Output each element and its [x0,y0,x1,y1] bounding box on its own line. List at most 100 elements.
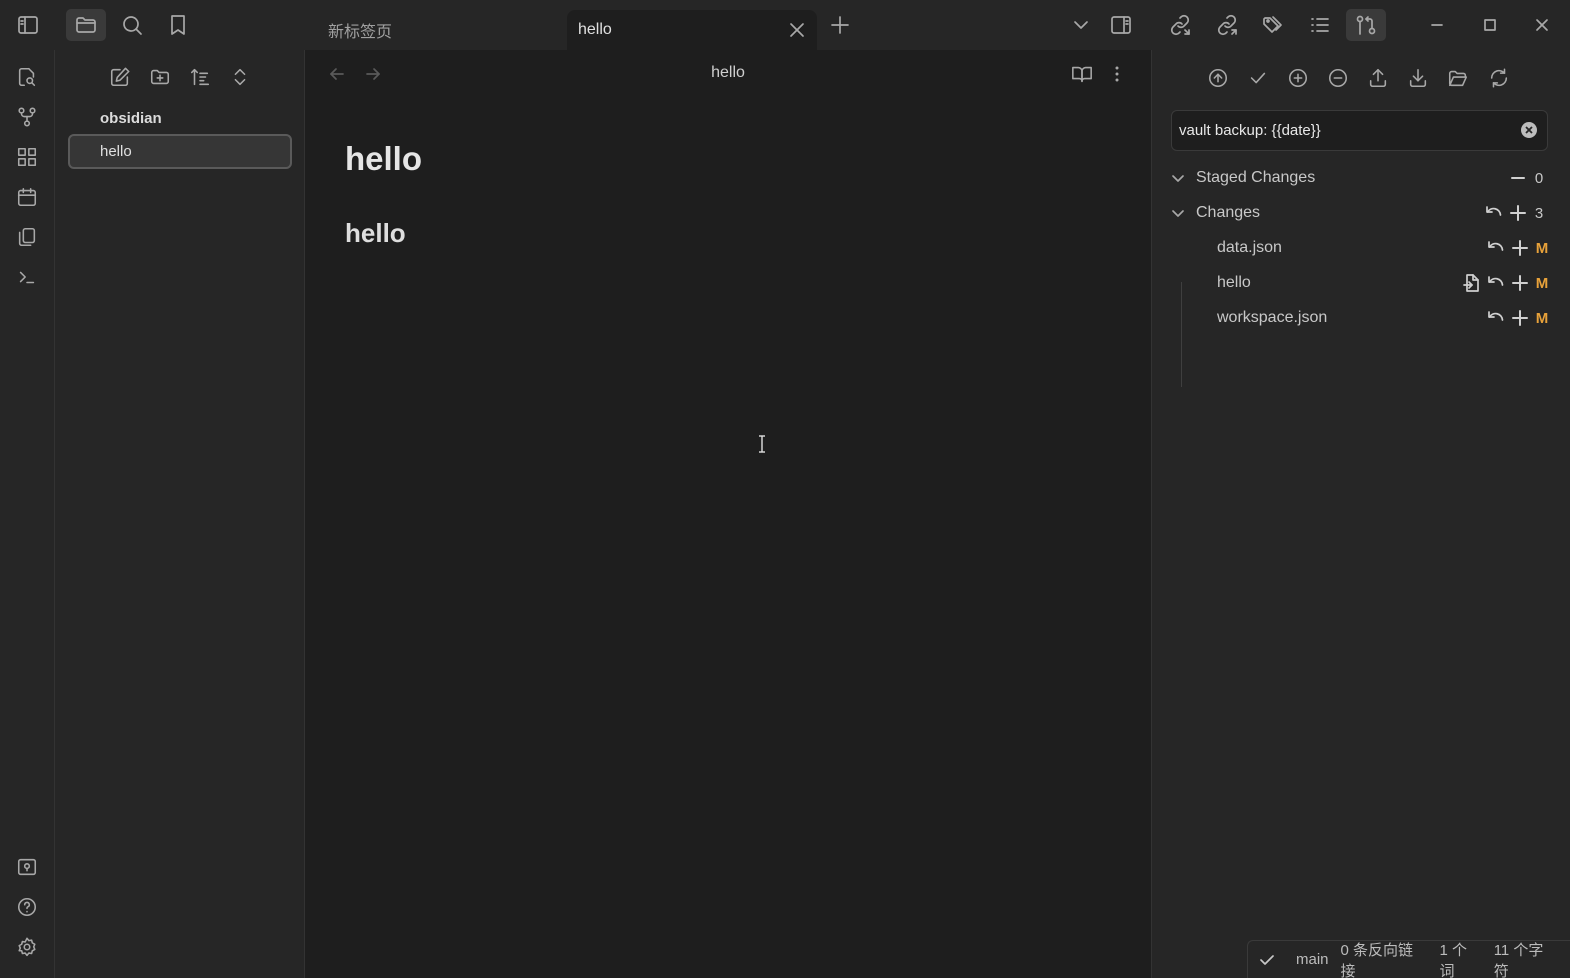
undo-icon [1488,311,1504,321]
staged-changes-label: Staged Changes [1196,169,1316,186]
download-icon [1409,68,1427,88]
gear-icon [18,937,36,957]
sort-button[interactable] [186,63,214,91]
edit-icon [110,67,130,87]
heading-2[interactable]: hello [345,218,406,249]
canvas-button[interactable] [12,142,42,172]
sidebar-right-icon [1111,16,1131,34]
files-view-button[interactable] [66,9,106,41]
toggle-right-sidebar-button[interactable] [1101,9,1141,41]
tab-new-tab[interactable]: 新标签页 [314,10,566,50]
stage-file-button[interactable] [1510,238,1530,258]
daily-note-button[interactable] [12,182,42,212]
minus-circle-icon [1328,68,1348,88]
templates-button[interactable] [12,222,42,252]
modified-status-badge: M [1535,309,1549,327]
check-icon [1260,954,1274,965]
undo-icon [1486,206,1502,216]
discard-file-button[interactable] [1486,308,1506,328]
more-options-button[interactable] [1105,62,1129,86]
staged-changes-section[interactable]: Staged Changes 0 [1170,163,1550,193]
word-count: 1 个词 [1439,941,1467,978]
tags-icon [1263,16,1282,33]
new-folder-button[interactable] [146,63,174,91]
discard-file-button[interactable] [1486,238,1506,258]
vault-icon [17,858,37,876]
book-open-icon [1072,66,1092,83]
view-header-title[interactable]: hello [305,64,1151,82]
list-icon [1311,18,1329,32]
changes-count: 3 [1534,204,1544,222]
discard-file-button[interactable] [1486,273,1506,293]
git-pull-request-icon [1356,15,1376,35]
stage-all-changes-button[interactable] [1508,203,1528,223]
sort-icon [190,68,210,86]
unstage-all-staged-button[interactable] [1508,168,1528,188]
bookmarks-view-button[interactable] [158,9,198,41]
outgoing-links-view-button[interactable] [1207,9,1247,41]
stage-all-button[interactable] [1284,64,1312,92]
tab-label: hello [578,21,612,38]
heading-1[interactable]: hello [345,140,422,178]
plus-circle-icon [1288,68,1308,88]
plus-icon [1510,205,1526,221]
stage-file-button[interactable] [1510,308,1530,328]
change-item-data-json[interactable]: data.json M [1217,233,1550,263]
toggle-left-sidebar-button[interactable] [8,9,48,41]
new-tab-button[interactable] [820,9,860,41]
collapse-all-button[interactable] [226,63,254,91]
help-button[interactable] [12,892,42,922]
close-tab-button[interactable] [787,20,807,40]
folder-icon [76,17,96,33]
file-item-hello[interactable]: hello [68,134,292,169]
clear-commit-message-button[interactable] [1520,121,1538,139]
tags-view-button[interactable] [1253,9,1293,41]
change-file-name: data.json [1217,239,1282,256]
modified-status-badge: M [1535,274,1549,292]
plus-icon [1512,240,1528,256]
outline-view-button[interactable] [1300,9,1340,41]
search-view-button[interactable] [112,9,152,41]
backlinks-count[interactable]: 0 条反向链接 [1341,939,1428,978]
close-window-button[interactable] [1522,9,1562,41]
backlinks-view-button[interactable] [1160,9,1200,41]
change-file-name: hello [1217,274,1251,291]
commit-message-input[interactable] [1171,110,1548,151]
maximize-icon [1484,19,1496,31]
maximize-button[interactable] [1470,9,1510,41]
stage-file-button[interactable] [1510,273,1530,293]
push-button[interactable] [1364,64,1392,92]
open-file-button[interactable] [1462,273,1482,293]
minus-icon [1511,177,1525,179]
commit-button[interactable] [1244,64,1272,92]
modified-status-badge: M [1535,239,1549,257]
change-item-workspace-json[interactable]: workspace.json M [1217,303,1550,333]
open-quick-switcher-button[interactable] [12,62,42,92]
changes-section[interactable]: Changes 3 [1170,198,1550,228]
reading-view-button[interactable] [1070,62,1094,86]
graph-view-button[interactable] [12,102,42,132]
discard-all-button[interactable] [1484,203,1504,223]
sidebar-left-icon [18,16,38,34]
change-layout-button[interactable] [1444,64,1472,92]
open-vault-button[interactable] [12,852,42,882]
changes-label: Changes [1196,204,1261,221]
change-file-name: workspace.json [1217,309,1328,326]
source-control-view-button[interactable] [1346,9,1386,41]
commit-and-sync-button[interactable] [1204,64,1232,92]
link-incoming-icon [1170,14,1190,36]
git-branch[interactable]: main [1296,951,1329,968]
git-status-button[interactable] [1258,951,1276,969]
more-vertical-icon [1115,66,1119,82]
command-palette-button[interactable] [12,262,42,292]
pull-button[interactable] [1404,64,1432,92]
tab-hello[interactable]: hello [567,10,817,50]
tab-list-button[interactable] [1061,9,1101,41]
unstage-all-button[interactable] [1324,64,1352,92]
settings-button[interactable] [12,932,42,962]
minimize-button[interactable] [1417,9,1457,41]
new-note-button[interactable] [106,63,134,91]
vault-name[interactable]: obsidian [100,110,162,127]
refresh-button[interactable] [1485,64,1513,92]
change-item-hello[interactable]: hello M [1217,268,1550,298]
